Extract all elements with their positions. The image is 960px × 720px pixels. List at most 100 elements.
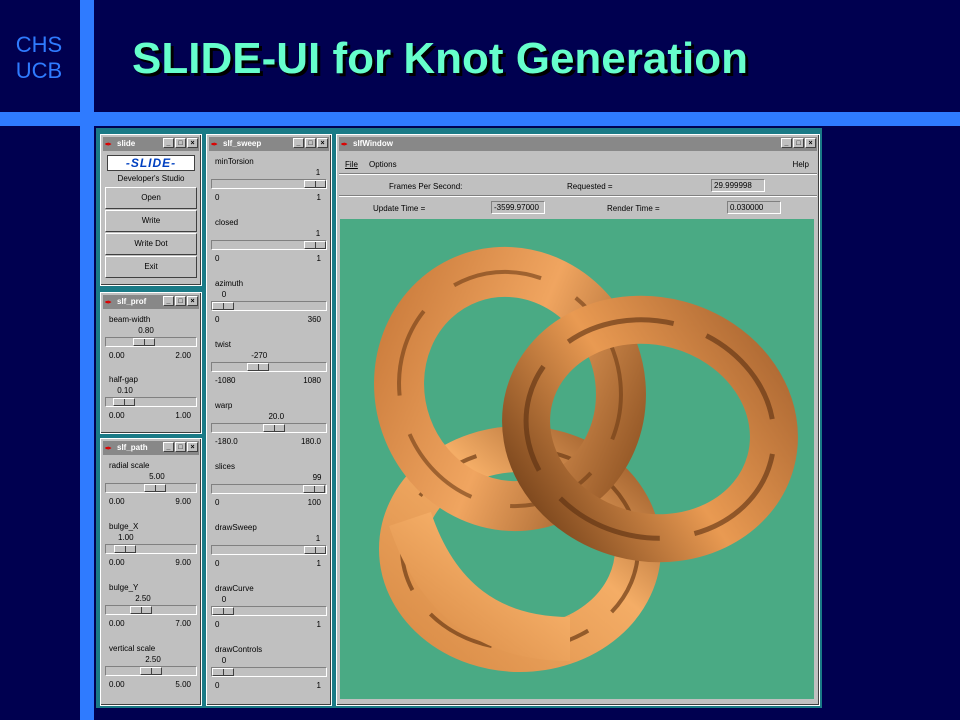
minimize-icon[interactable]: _ bbox=[781, 138, 792, 148]
close-icon[interactable]: × bbox=[317, 138, 328, 148]
window-title: slf_path bbox=[117, 443, 148, 452]
corner-line-2: UCB bbox=[15, 58, 63, 83]
slider-max: 1 bbox=[316, 193, 321, 202]
slider-min: 0 bbox=[215, 620, 220, 629]
slider-label: twist bbox=[215, 340, 231, 349]
requested-label: Requested = bbox=[567, 182, 613, 191]
slider-trough[interactable] bbox=[211, 545, 327, 555]
maximize-icon[interactable]: □ bbox=[305, 138, 316, 148]
slider-thumb[interactable] bbox=[263, 424, 286, 432]
slider-thumb[interactable] bbox=[212, 302, 234, 310]
menu-options[interactable]: Options bbox=[369, 160, 397, 169]
screenshot-area: ✒ slide _ □ × -SLIDE- Developer's Studio O… bbox=[96, 128, 822, 708]
slider-trough[interactable] bbox=[211, 362, 327, 372]
slider-thumb[interactable] bbox=[303, 485, 326, 493]
menu-separator bbox=[339, 173, 817, 175]
slider-label: vertical scale bbox=[109, 644, 156, 653]
minimize-icon[interactable]: _ bbox=[163, 442, 174, 452]
slider-thumb[interactable] bbox=[212, 607, 234, 615]
slider-trough[interactable] bbox=[211, 484, 327, 494]
slider-thumb[interactable] bbox=[304, 546, 326, 554]
render-viewport[interactable] bbox=[340, 219, 814, 699]
maximize-icon[interactable]: □ bbox=[175, 442, 186, 452]
slider-max: 1 bbox=[316, 681, 321, 690]
slider-label: azimuth bbox=[215, 279, 244, 288]
close-icon[interactable]: × bbox=[187, 138, 198, 148]
slider-thumb[interactable] bbox=[304, 241, 326, 249]
render-time-field[interactable]: 0.030000 bbox=[727, 201, 781, 214]
slider-label: slices bbox=[215, 462, 236, 471]
window-title: slf_prof bbox=[117, 297, 147, 306]
slider-trough[interactable] bbox=[211, 606, 327, 616]
slider-thumb[interactable] bbox=[246, 363, 269, 371]
tk-feather-icon: ✒ bbox=[105, 140, 112, 149]
slider-thumb[interactable] bbox=[304, 180, 326, 188]
slider-value: 1 bbox=[315, 168, 321, 177]
title-bar[interactable]: ✒ slf_prof _ □ × bbox=[103, 295, 199, 309]
slider-value: 1 bbox=[315, 229, 321, 238]
slider-value: 2.50 bbox=[135, 594, 151, 603]
minimize-icon[interactable]: _ bbox=[293, 138, 304, 148]
slider-thumb[interactable] bbox=[143, 484, 166, 492]
slider-trough[interactable] bbox=[105, 666, 197, 676]
slider-trough[interactable] bbox=[211, 423, 327, 433]
write-dot-button[interactable]: Write Dot bbox=[105, 233, 197, 255]
slider-thumb[interactable] bbox=[113, 545, 136, 553]
minimize-icon[interactable]: _ bbox=[163, 296, 174, 306]
slider-trough[interactable] bbox=[211, 301, 327, 311]
slider-value: 99 bbox=[312, 473, 322, 482]
slider-label: drawControls bbox=[215, 645, 263, 654]
slider-min: 0.00 bbox=[109, 351, 125, 360]
slider-trough[interactable] bbox=[105, 544, 197, 554]
slider-max: 100 bbox=[307, 498, 321, 507]
title-bar[interactable]: ✒ slide _ □ × bbox=[103, 137, 199, 151]
menu-file[interactable]: File bbox=[345, 160, 358, 169]
slider-label: half-gap bbox=[109, 375, 138, 384]
trefoil-knot-render bbox=[374, 246, 798, 672]
slider-value: 0 bbox=[221, 656, 227, 665]
slider-trough[interactable] bbox=[105, 605, 197, 615]
maximize-icon[interactable]: □ bbox=[175, 138, 186, 148]
slider-trough[interactable] bbox=[105, 483, 197, 493]
requested-field[interactable]: 29.999998 bbox=[711, 179, 765, 192]
tk-feather-icon: ✒ bbox=[105, 444, 112, 453]
corner-label: CHS UCB bbox=[4, 32, 74, 84]
exit-button[interactable]: Exit bbox=[105, 256, 197, 278]
menu-help[interactable]: Help bbox=[793, 160, 809, 169]
slider-trough[interactable] bbox=[211, 240, 327, 250]
maximize-icon[interactable]: □ bbox=[793, 138, 804, 148]
slider-thumb[interactable] bbox=[212, 668, 234, 676]
title-bar[interactable]: ✒ slf_path _ □ × bbox=[103, 441, 199, 455]
slide-window: ✒ slide _ □ × -SLIDE- Developer's Studio O… bbox=[100, 134, 202, 286]
slider-trough[interactable] bbox=[105, 397, 197, 407]
write-button[interactable]: Write bbox=[105, 210, 197, 232]
minimize-icon[interactable]: _ bbox=[163, 138, 174, 148]
slider-label: radial scale bbox=[109, 461, 150, 470]
update-time-field[interactable]: -3599.97000 bbox=[491, 201, 545, 214]
slider-min: 0 bbox=[215, 559, 220, 568]
title-bar[interactable]: ✒ slf_sweep _ □ × bbox=[209, 137, 329, 151]
slider-thumb[interactable] bbox=[112, 398, 135, 406]
slider-value: 0.10 bbox=[117, 386, 133, 395]
slider-min: 0 bbox=[215, 193, 220, 202]
accent-bar-vertical bbox=[80, 0, 94, 720]
slider-label: bulge_Y bbox=[109, 583, 139, 592]
slider-trough[interactable] bbox=[105, 337, 197, 347]
close-icon[interactable]: × bbox=[187, 296, 198, 306]
slider-max: 1 bbox=[316, 559, 321, 568]
slider-thumb[interactable] bbox=[140, 667, 162, 675]
slider-max: 9.00 bbox=[175, 497, 191, 506]
open-button[interactable]: Open bbox=[105, 187, 197, 209]
window-title: slide bbox=[117, 139, 136, 148]
close-icon[interactable]: × bbox=[805, 138, 816, 148]
slider-trough[interactable] bbox=[211, 179, 327, 189]
maximize-icon[interactable]: □ bbox=[175, 296, 186, 306]
slider-trough[interactable] bbox=[211, 667, 327, 677]
slider-max: 1 bbox=[316, 254, 321, 263]
slider-thumb[interactable] bbox=[130, 606, 153, 614]
slider-min: 0 bbox=[215, 315, 220, 324]
title-bar[interactable]: ✒ slfWindow _ □ × bbox=[339, 137, 817, 151]
close-icon[interactable]: × bbox=[187, 442, 198, 452]
slf-path-window: ✒ slf_path _ □ × radial scale 5.00 0.00 9.00 b… bbox=[100, 438, 202, 706]
slider-thumb[interactable] bbox=[133, 338, 156, 346]
